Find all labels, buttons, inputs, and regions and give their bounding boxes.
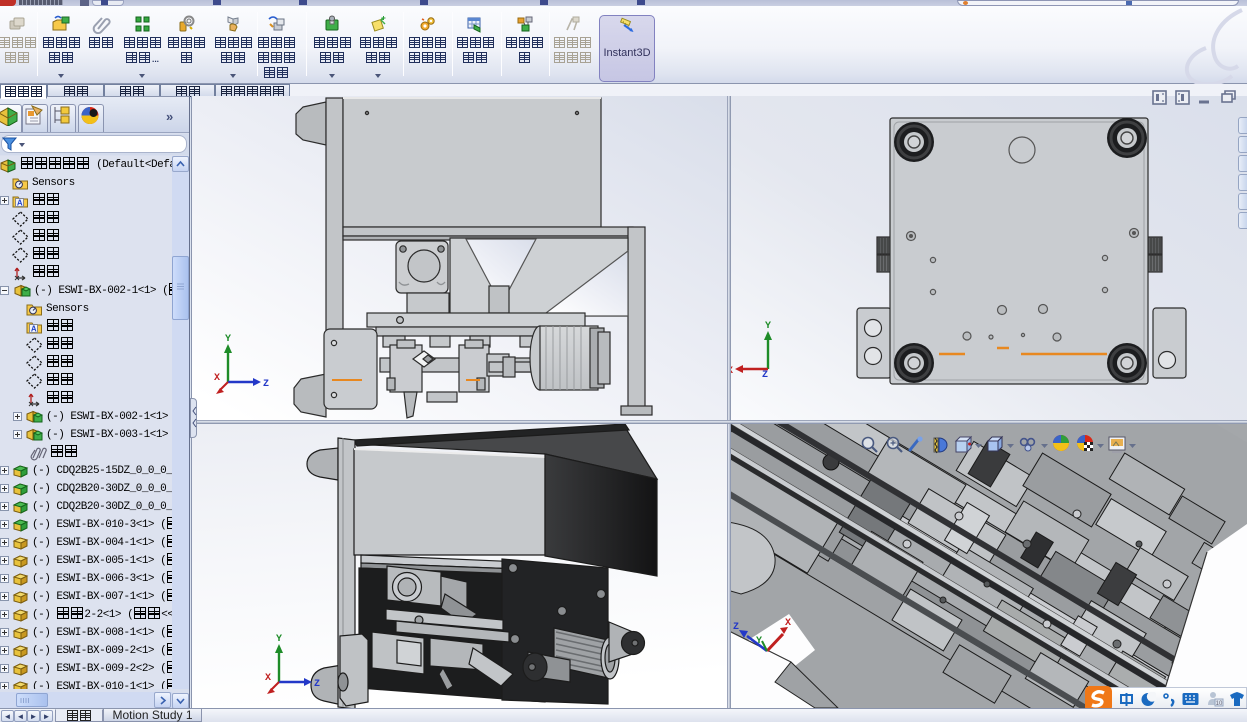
- svg-text:X: X: [785, 618, 791, 629]
- svg-text:Z: Z: [263, 379, 269, 390]
- svg-text:A: A: [31, 325, 37, 334]
- svg-text:Z: Z: [733, 622, 739, 633]
- svg-text:Y: Y: [765, 321, 771, 332]
- svg-text:X: X: [265, 673, 271, 684]
- svg-text:10: 10: [1216, 701, 1223, 707]
- svg-text:A: A: [17, 199, 23, 208]
- svg-text:X: X: [214, 373, 220, 384]
- svg-text:Z: Z: [314, 679, 320, 690]
- svg-text:Y: Y: [276, 634, 282, 645]
- svg-text:Z: Z: [762, 370, 768, 381]
- svg-text:Y: Y: [225, 334, 231, 345]
- svg-text:Y: Y: [756, 636, 762, 647]
